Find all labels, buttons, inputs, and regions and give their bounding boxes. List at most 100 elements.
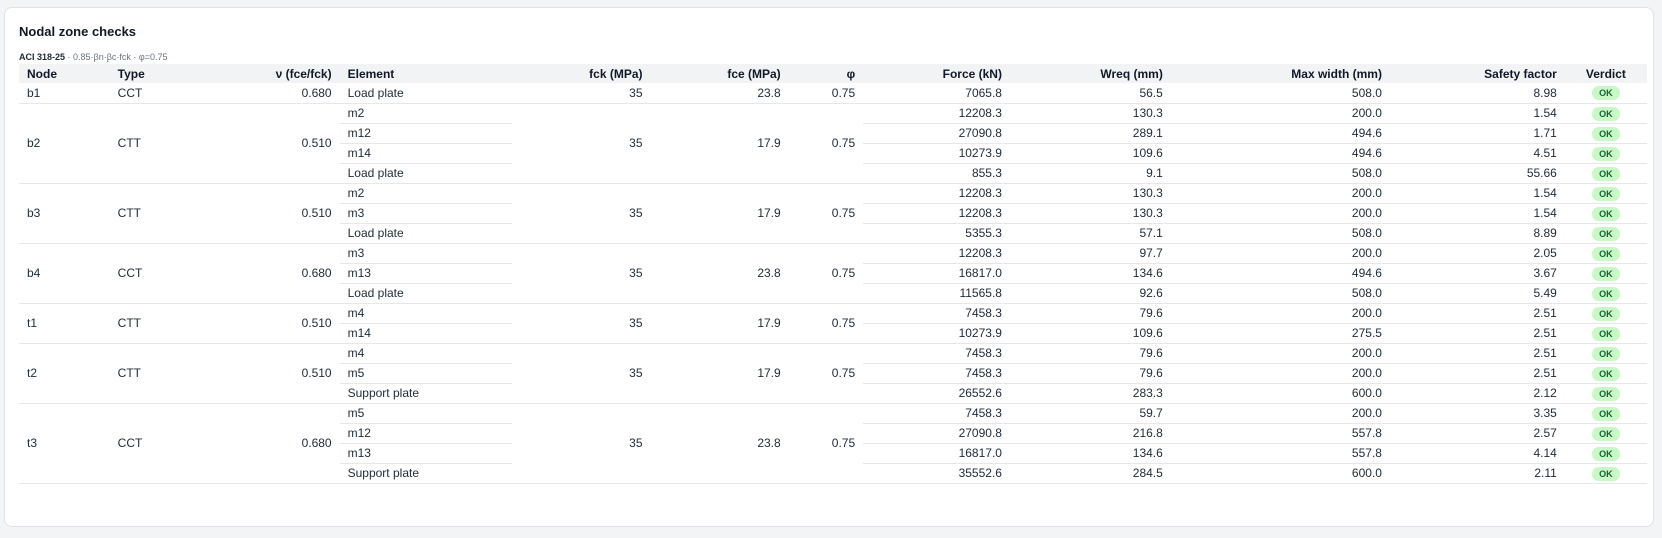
max-width-cell: 508.0 (1170, 83, 1390, 104)
verdict-badge: OK (1592, 426, 1620, 441)
nu-cell: 0.510 (196, 103, 340, 184)
phi-cell: 0.75 (788, 343, 864, 404)
verdict-badge: OK (1592, 306, 1620, 321)
max-width-cell: 275.5 (1170, 323, 1390, 344)
nu-cell: 0.680 (196, 243, 340, 304)
safety-factor-cell: 2.51 (1389, 303, 1565, 324)
element-cell: m3 (339, 203, 513, 224)
col-header-element[interactable]: Element (339, 64, 513, 83)
col-header-max-width[interactable]: Max width (mm) (1170, 64, 1390, 83)
fce-cell: 23.8 (650, 83, 789, 104)
fck-cell: 35 (512, 103, 651, 184)
col-header-nu[interactable]: ν (fce/fck) (196, 64, 340, 83)
nu-cell: 0.680 (196, 83, 340, 104)
col-header-fce[interactable]: fce (MPa) (650, 64, 789, 83)
force-cell: 16817.0 (863, 263, 1010, 284)
phi-cell: 0.75 (788, 83, 864, 104)
fce-cell: 23.8 (650, 403, 789, 484)
wreq-cell: 109.6 (1009, 143, 1171, 164)
element-cell: m12 (339, 423, 513, 444)
wreq-cell: 130.3 (1009, 103, 1171, 124)
force-cell: 5355.3 (863, 223, 1010, 244)
fck-cell: 35 (512, 243, 651, 304)
wreq-cell: 97.7 (1009, 243, 1171, 264)
verdict-cell: OK (1564, 163, 1647, 184)
fck-cell: 35 (512, 403, 651, 484)
wreq-cell: 289.1 (1009, 123, 1171, 144)
verdict-badge: OK (1592, 86, 1620, 101)
safety-factor-cell: 8.89 (1389, 223, 1565, 244)
max-width-cell: 200.0 (1170, 243, 1390, 264)
table-row: t1 CTT 0.510 m4 35 17.9 0.75 7458.3 79.6 200.0 2.5… (19, 303, 1647, 344)
wreq-cell: 79.6 (1009, 303, 1171, 324)
verdict-badge: OK (1592, 466, 1620, 481)
safety-factor-cell: 5.49 (1389, 283, 1565, 304)
node-id-cell: t3 (19, 403, 110, 484)
table-header-row: Node Type ν (fce/fck) Element fck (MPa) … (19, 64, 1647, 83)
col-header-node[interactable]: Node (19, 64, 110, 83)
force-cell: 26552.6 (863, 383, 1010, 404)
phi-cell: 0.75 (788, 303, 864, 344)
col-header-type[interactable]: Type (109, 64, 197, 83)
max-width-cell: 200.0 (1170, 403, 1390, 424)
safety-factor-cell: 2.57 (1389, 423, 1565, 444)
fce-cell: 17.9 (650, 343, 789, 404)
fce-cell: 23.8 (650, 243, 789, 304)
safety-factor-cell: 2.12 (1389, 383, 1565, 404)
safety-factor-cell: 1.71 (1389, 123, 1565, 144)
verdict-cell: OK (1564, 423, 1647, 444)
verdict-badge: OK (1592, 446, 1620, 461)
col-header-safety-factor[interactable]: Safety factor (1389, 64, 1565, 83)
verdict-badge: OK (1592, 226, 1620, 241)
safety-factor-cell: 2.51 (1389, 323, 1565, 344)
force-cell: 12208.3 (863, 183, 1010, 204)
table-body: b1 CCT 0.680 Load plate 35 23.8 0.75 7065.8 56.5… (19, 83, 1647, 484)
node-id-cell: b3 (19, 183, 110, 244)
wreq-cell: 79.6 (1009, 363, 1171, 384)
verdict-cell: OK (1564, 443, 1647, 464)
force-cell: 10273.9 (863, 323, 1010, 344)
wreq-cell: 59.7 (1009, 403, 1171, 424)
node-id-cell: b4 (19, 243, 110, 304)
max-width-cell: 494.6 (1170, 143, 1390, 164)
fck-cell: 35 (512, 183, 651, 244)
wreq-cell: 79.6 (1009, 343, 1171, 364)
node-type-cell: CCT (109, 83, 197, 104)
safety-factor-cell: 2.51 (1389, 343, 1565, 364)
verdict-badge: OK (1592, 166, 1620, 181)
verdict-cell: OK (1564, 143, 1647, 164)
wreq-cell: 57.1 (1009, 223, 1171, 244)
formula-note: · 0.85·βn·βc·fck · φ=0.75 (67, 52, 168, 62)
fck-cell: 35 (512, 83, 651, 104)
element-cell: m14 (339, 143, 513, 164)
element-cell: m14 (339, 323, 513, 344)
node-type-cell: CCT (109, 243, 197, 304)
max-width-cell: 600.0 (1170, 383, 1390, 404)
col-header-fck[interactable]: fck (MPa) (512, 64, 651, 83)
max-width-cell: 508.0 (1170, 223, 1390, 244)
element-cell: m13 (339, 443, 513, 464)
element-cell: Load plate (339, 223, 513, 244)
col-header-verdict[interactable]: Verdict (1564, 64, 1647, 83)
design-code: ACI 318-25 (19, 52, 66, 62)
col-header-phi[interactable]: φ (788, 64, 864, 83)
element-cell: m5 (339, 403, 513, 424)
verdict-badge: OK (1592, 126, 1620, 141)
wreq-cell: 130.3 (1009, 203, 1171, 224)
force-cell: 16817.0 (863, 443, 1010, 464)
verdict-cell: OK (1564, 123, 1647, 144)
max-width-cell: 494.6 (1170, 123, 1390, 144)
element-cell: Load plate (339, 83, 513, 104)
wreq-cell: 216.8 (1009, 423, 1171, 444)
element-cell: Support plate (339, 463, 513, 484)
wreq-cell: 56.5 (1009, 83, 1171, 104)
verdict-badge: OK (1592, 386, 1620, 401)
nodal-zone-table: Node Type ν (fce/fck) Element fck (MPa) … (19, 64, 1647, 484)
col-header-wreq[interactable]: Wreq (mm) (1009, 64, 1171, 83)
element-cell: Load plate (339, 283, 513, 304)
node-id-cell: t1 (19, 303, 110, 344)
safety-factor-cell: 8.98 (1389, 83, 1565, 104)
force-cell: 7458.3 (863, 303, 1010, 324)
table-row: b1 CCT 0.680 Load plate 35 23.8 0.75 7065.8 56.5… (19, 83, 1647, 104)
col-header-force[interactable]: Force (kN) (863, 64, 1010, 83)
